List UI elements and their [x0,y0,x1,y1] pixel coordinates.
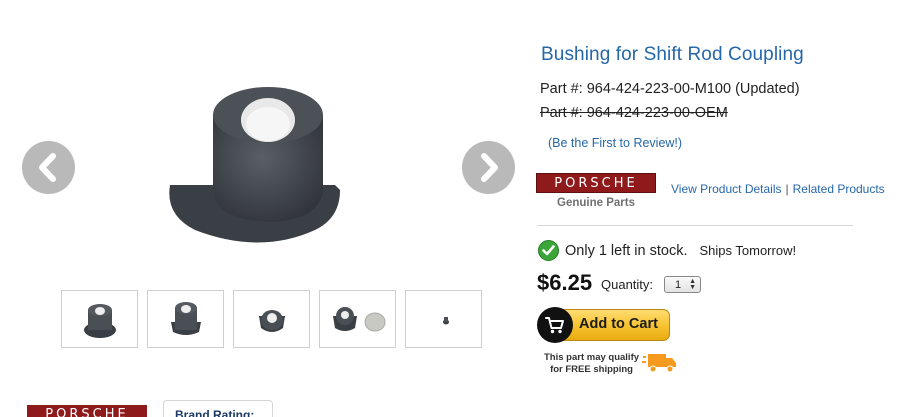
related-products-link[interactable]: Related Products [793,182,885,196]
product-links: View Product Details | Related Products [671,182,885,196]
add-to-cart-button[interactable]: Add to Cart [537,307,670,343]
brand-rating-box: Brand Rating: [163,400,273,417]
stock-status: Only 1 left in stock. Ships Tomorrow! [538,240,796,261]
free-shipping-line-2: for FREE shipping [550,364,633,375]
thumbnail-4[interactable] [319,290,396,348]
oem-part-number: Part #: 964-424-223-00-OEM [540,105,728,121]
quantity-value: 1 [675,278,682,291]
brand-subtitle: Genuine Parts [557,197,635,209]
select-arrows-icon: ▲ ▼ [689,277,696,291]
thumbnail-1[interactable] [61,290,138,348]
thumbnail-5[interactable] [405,290,482,348]
thumbnail-2[interactable] [147,290,224,348]
cart-icon [537,307,573,343]
brand-logo[interactable]: PORSCHE Genuine Parts [536,173,656,209]
link-separator: | [785,182,789,196]
quantity-select[interactable]: 1 ▲ ▼ [664,276,701,293]
product-main-image [95,40,450,280]
view-product-details-link[interactable]: View Product Details [671,182,782,196]
thumbnail-3[interactable] [233,290,310,348]
brand-rating-label: Brand Rating: [175,408,255,417]
prev-image-arrow-icon[interactable] [22,141,75,194]
bottom-brand-logo[interactable]: PORSCHE [27,405,147,417]
review-link[interactable]: (Be the First to Review!) [548,136,682,150]
add-to-cart-label: Add to Cart [579,316,658,332]
part-number: Part #: 964-424-223-00-M100 (Updated) [540,81,800,97]
price: $6.25 [537,270,593,295]
thumbnail-strip [61,290,482,348]
next-image-arrow-icon[interactable] [462,141,515,194]
free-shipping-notice: This part may qualify for FREE shipping [544,351,678,377]
divider [537,225,853,226]
quantity-label: Quantity: [601,277,654,292]
check-icon [538,240,559,261]
stock-text: Only 1 left in stock. [565,242,688,259]
brand-logo-text: PORSCHE [536,173,656,193]
ships-text: Ships Tomorrow! [699,243,797,258]
delivery-truck-icon [642,354,677,373]
free-shipping-line-1: This part may qualify [544,352,640,363]
product-title: Bushing for Shift Rod Coupling [541,44,804,65]
